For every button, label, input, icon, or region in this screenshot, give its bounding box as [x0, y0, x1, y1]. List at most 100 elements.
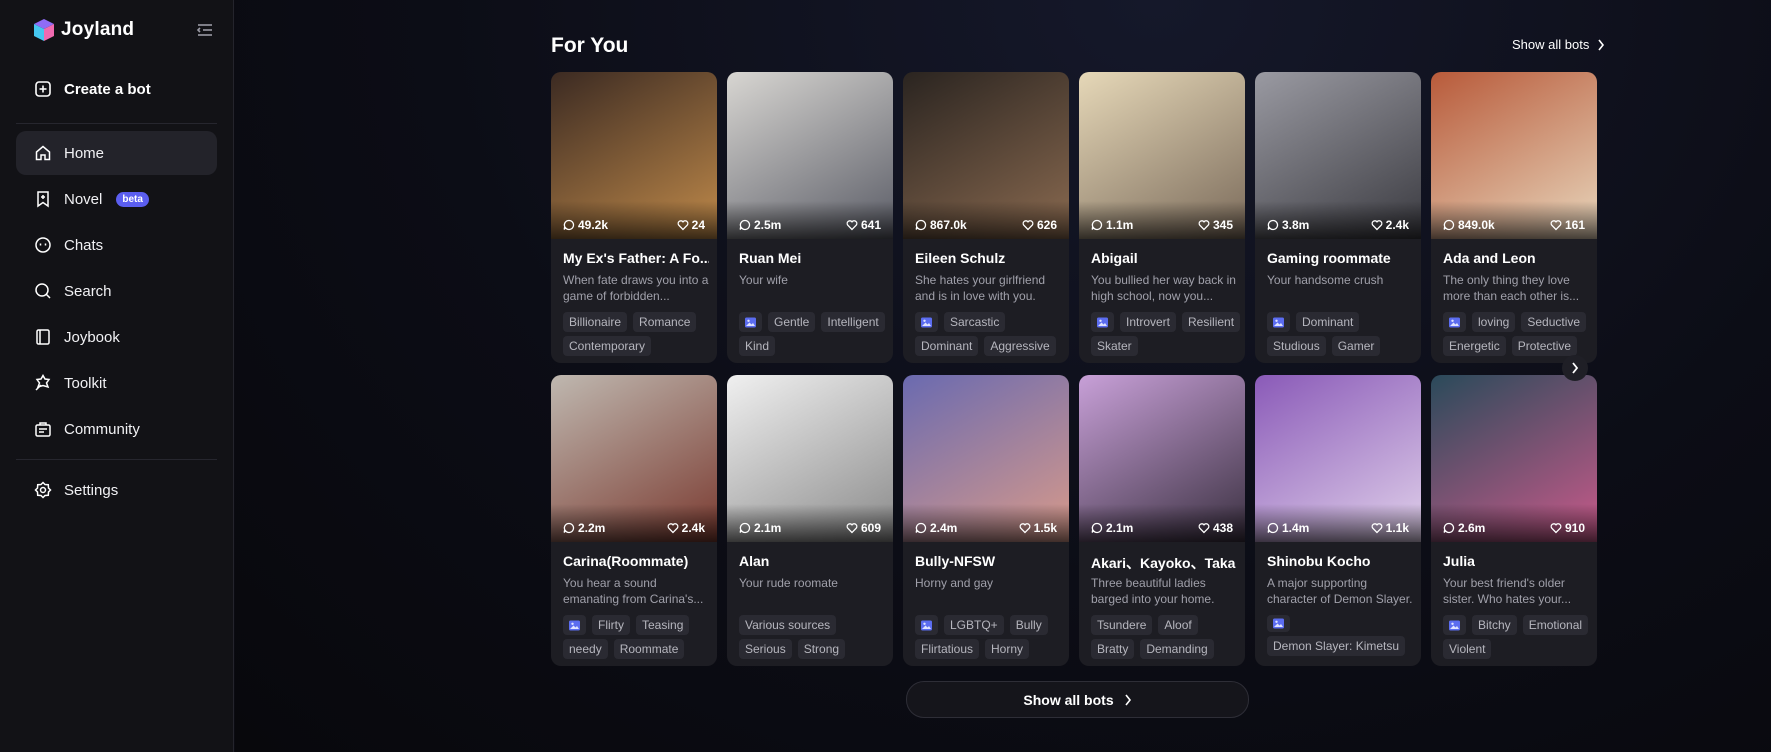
- sidebar-item-chats[interactable]: Chats: [16, 223, 217, 267]
- bot-tag[interactable]: Sarcastic: [944, 312, 1006, 332]
- sidebar-item-community[interactable]: Community: [16, 407, 217, 451]
- show-all-bots-link[interactable]: Show all bots: [1512, 37, 1605, 52]
- bot-tag[interactable]: Bitchy: [1472, 615, 1517, 635]
- chat-count: 3.8m: [1267, 218, 1309, 232]
- image-tag-icon: [1267, 615, 1290, 632]
- like-count: 1.1k: [1371, 521, 1409, 535]
- bot-tag[interactable]: needy: [563, 639, 608, 659]
- like-count-value: 438: [1212, 521, 1233, 535]
- sidebar-item-toolkit[interactable]: Toolkit: [16, 361, 217, 405]
- bot-tag[interactable]: Seductive: [1521, 312, 1587, 332]
- show-all-bots-button[interactable]: Show all bots: [906, 681, 1249, 718]
- like-count-value: 161: [1564, 218, 1585, 232]
- bot-card[interactable]: 3.8m 2.4k Gaming roommate Your handsome cr…: [1255, 72, 1421, 363]
- bot-tag[interactable]: Romance: [633, 312, 697, 332]
- bot-description: When fate draws you into a game of forbi…: [563, 273, 709, 303]
- bot-tag[interactable]: Billionaire: [563, 312, 628, 332]
- bot-tag[interactable]: Protective: [1511, 336, 1578, 356]
- carousel-next-button[interactable]: [1562, 355, 1588, 381]
- bot-tag[interactable]: Kind: [739, 336, 776, 356]
- chat-bubble-icon: [1443, 219, 1455, 231]
- bot-card[interactable]: 49.2k 24 My Ex's Father: A Fo... When fate…: [551, 72, 717, 363]
- bot-tag[interactable]: Flirtatious: [915, 639, 980, 659]
- image-tag-icon: [1443, 615, 1466, 635]
- bot-tag[interactable]: Teasing: [636, 615, 690, 635]
- sidebar-item-joybook[interactable]: Joybook: [16, 315, 217, 359]
- bot-tag[interactable]: Tsundere: [1091, 615, 1153, 635]
- chat-count: 1.4m: [1267, 521, 1309, 535]
- bot-tag[interactable]: Gentle: [768, 312, 816, 332]
- bot-card[interactable]: 2.4m 1.5k Bully-NFSW Horny and gay LGBTQ+ Bu…: [903, 375, 1069, 666]
- bot-tags: Demon Slayer: Kimetsu: [1267, 615, 1417, 656]
- bot-tag[interactable]: Skater: [1091, 336, 1138, 356]
- bot-description: Three beautiful ladies barged into your …: [1091, 576, 1215, 606]
- gear-icon: [34, 481, 52, 499]
- brand[interactable]: Joyland: [33, 18, 134, 42]
- bot-tag[interactable]: Roommate: [613, 639, 685, 659]
- bot-tag[interactable]: Aloof: [1158, 615, 1198, 635]
- bot-tag[interactable]: Various sources: [739, 615, 837, 635]
- sidebar-item-novel[interactable]: Novel beta: [16, 177, 217, 221]
- like-count: 2.4k: [667, 521, 705, 535]
- bot-tag[interactable]: Bratty: [1091, 639, 1135, 659]
- bot-description: Your wife: [739, 273, 788, 287]
- bot-name: Julia: [1443, 553, 1475, 569]
- sidebar-item-settings[interactable]: Settings: [16, 468, 217, 512]
- bot-tag[interactable]: Contemporary: [563, 336, 652, 356]
- bot-tag[interactable]: Flirty: [592, 615, 630, 635]
- bot-tag[interactable]: Dominant: [915, 336, 979, 356]
- bot-name: Ruan Mei: [739, 250, 802, 266]
- like-count: 641: [846, 218, 881, 232]
- bot-card[interactable]: 2.5m 641 Ruan Mei Your wife Gentle Intellige…: [727, 72, 893, 363]
- bot-card[interactable]: 2.2m 2.4k Carina(Roommate) You hear a soun…: [551, 375, 717, 666]
- heart-icon: [1371, 219, 1383, 231]
- bot-tag[interactable]: Serious: [739, 639, 792, 659]
- like-count-value: 1.1k: [1385, 521, 1409, 535]
- bot-tag[interactable]: LGBTQ+: [944, 615, 1004, 635]
- chevron-right-icon: [1572, 362, 1579, 374]
- show-all-bots-label: Show all bots: [1512, 37, 1590, 52]
- bot-tag[interactable]: Emotional: [1522, 615, 1589, 635]
- like-count: 438: [1198, 521, 1233, 535]
- bot-tag[interactable]: Demanding: [1140, 639, 1214, 659]
- like-count-value: 2.4k: [681, 521, 705, 535]
- bot-tag[interactable]: Intelligent: [821, 312, 885, 332]
- bot-tag[interactable]: Dominant: [1296, 312, 1360, 332]
- bot-name: Gaming roommate: [1267, 250, 1391, 266]
- bot-tag[interactable]: Bully: [1009, 615, 1048, 635]
- bot-card[interactable]: 1.1m 345 Abigail You bullied her way back …: [1079, 72, 1245, 363]
- bot-card[interactable]: 2.6m 910 Julia Your best friend's older si…: [1431, 375, 1597, 666]
- bot-thumbnail: 3.8m 2.4k: [1255, 72, 1421, 239]
- image-tag-icon: [1443, 312, 1466, 332]
- bot-tag[interactable]: loving: [1472, 312, 1516, 332]
- bot-card[interactable]: 867.0k 626 Eileen Schulz She hates your gi…: [903, 72, 1069, 363]
- bot-tag[interactable]: Resilient: [1182, 312, 1241, 332]
- bot-tag[interactable]: Horny: [985, 639, 1030, 659]
- bot-tag[interactable]: Introvert: [1120, 312, 1177, 332]
- bot-card[interactable]: 1.4m 1.1k Shinobu Kocho A major supporting…: [1255, 375, 1421, 666]
- sidebar-item-home[interactable]: Home: [16, 131, 217, 175]
- sidebar-item-search[interactable]: Search: [16, 269, 217, 313]
- bot-tag[interactable]: Violent: [1443, 639, 1492, 659]
- bot-thumbnail: 2.1m 438: [1079, 375, 1245, 542]
- chat-count-value: 2.4m: [930, 521, 958, 535]
- bot-tag[interactable]: Gamer: [1331, 336, 1381, 356]
- bot-tag[interactable]: Energetic: [1443, 336, 1506, 356]
- bot-card[interactable]: 2.1m 438 Akari、Kayoko、Taka Three beautiful…: [1079, 375, 1245, 666]
- bot-tag[interactable]: Strong: [797, 639, 846, 659]
- chat-bubble-icon: [1443, 522, 1455, 534]
- bot-tags: Sarcastic Dominant Aggressive: [915, 312, 1065, 356]
- home-icon: [35, 145, 51, 161]
- create-bot-button[interactable]: Create a bot: [34, 80, 151, 98]
- bot-card[interactable]: 849.0k 161 Ada and Leon The only thing the…: [1431, 72, 1597, 363]
- bot-thumbnail: 1.1m 345: [1079, 72, 1245, 239]
- bot-tag[interactable]: Studious: [1267, 336, 1326, 356]
- bot-card[interactable]: 2.1m 609 Alan Your rude roomate Various sou…: [727, 375, 893, 666]
- bot-tag[interactable]: Aggressive: [984, 336, 1056, 356]
- bot-tag[interactable]: Demon Slayer: Kimetsu: [1267, 636, 1406, 656]
- main-content: For You Show all bots 49.2k 24 My Ex's Fa…: [235, 0, 1771, 752]
- collapse-sidebar-icon[interactable]: [195, 20, 215, 40]
- image-tag-icon: [915, 312, 938, 332]
- sidebar-divider: [16, 123, 217, 124]
- section-title: For You: [551, 34, 629, 57]
